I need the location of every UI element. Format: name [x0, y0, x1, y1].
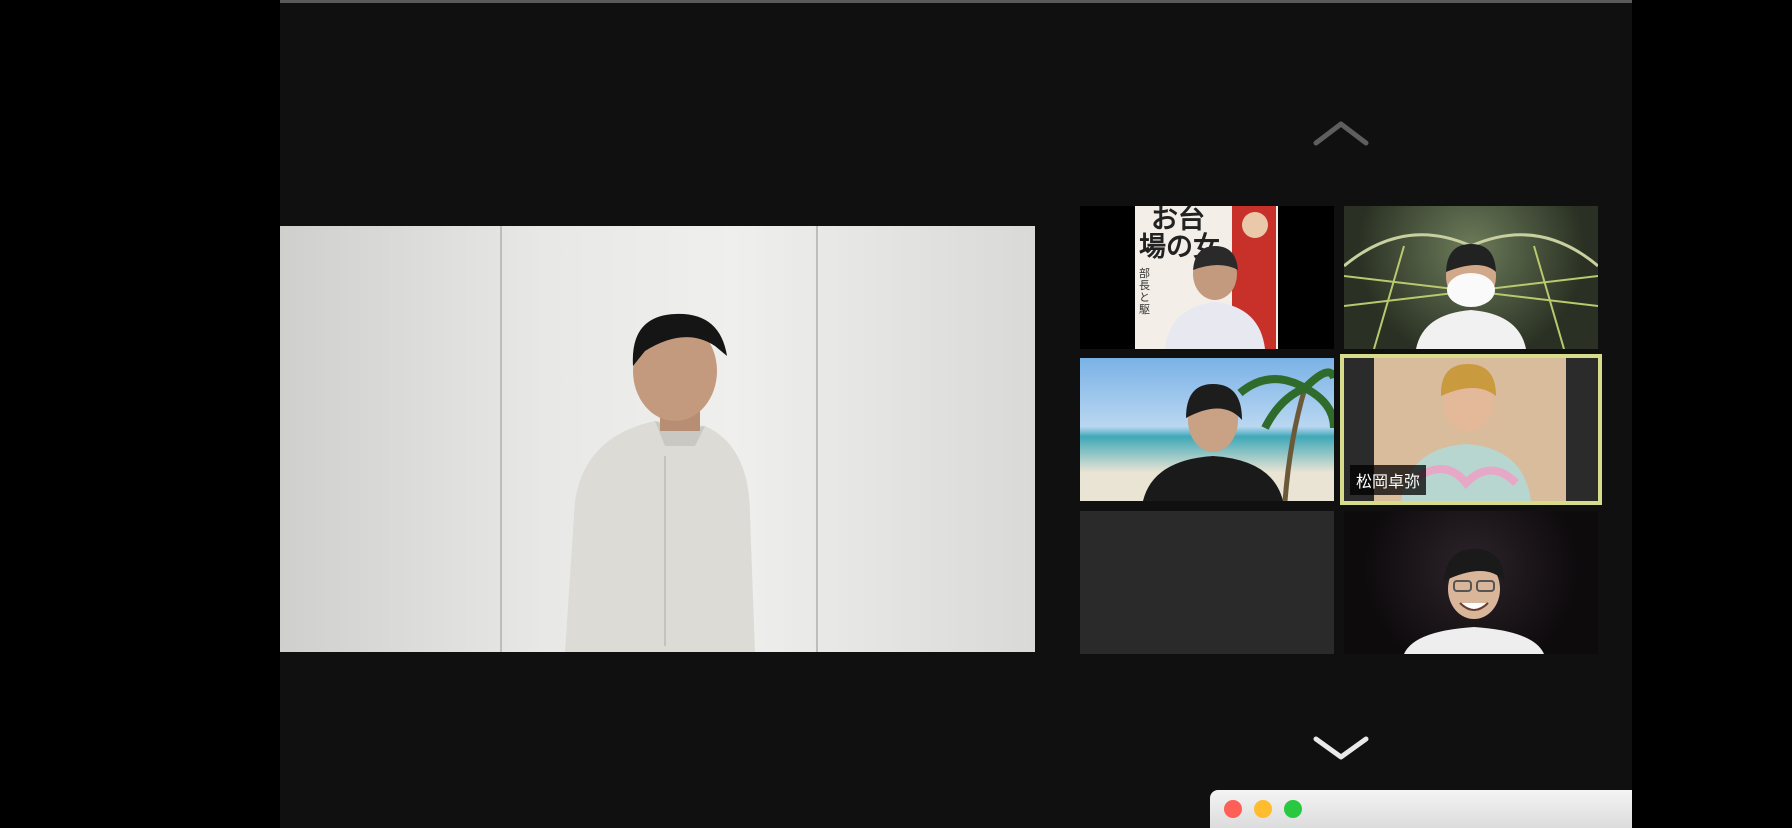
participant-figure	[1165, 246, 1265, 349]
participant-tile-camera-off[interactable]	[1080, 511, 1334, 654]
zoom-window-button[interactable]	[1284, 800, 1302, 818]
participant-tile[interactable]	[1344, 511, 1598, 654]
speaker-figure	[565, 313, 755, 652]
chevron-up-icon	[1313, 121, 1369, 146]
participant-tile[interactable]	[1080, 358, 1334, 501]
participant-name-label: 松岡卓弥	[1350, 465, 1427, 495]
poster-subtitle: 部長と駆	[1139, 267, 1150, 316]
chevron-down-icon	[1313, 736, 1369, 760]
participant-figure	[1143, 384, 1283, 501]
participant-tile[interactable]: お台 場の女 部長と駆	[1080, 206, 1334, 349]
minimize-window-button[interactable]	[1254, 800, 1272, 818]
participant-tile[interactable]	[1344, 206, 1598, 349]
video-conference-window: お台 場の女 部長と駆 松岡卓弥	[280, 0, 1632, 828]
wall-seam	[500, 226, 502, 652]
window-titlebar	[1210, 790, 1632, 828]
featured-speaker-video[interactable]	[280, 226, 1035, 652]
participant-figure	[1416, 244, 1526, 349]
gallery-scroll-down-button[interactable]	[1307, 728, 1375, 768]
gallery-scroll-up-button[interactable]	[1307, 113, 1375, 153]
close-window-button[interactable]	[1224, 800, 1242, 818]
active-speaker-tile[interactable]: 松岡卓弥	[1340, 354, 1602, 505]
participant-figure	[1404, 549, 1544, 654]
wall-seam	[816, 226, 818, 652]
